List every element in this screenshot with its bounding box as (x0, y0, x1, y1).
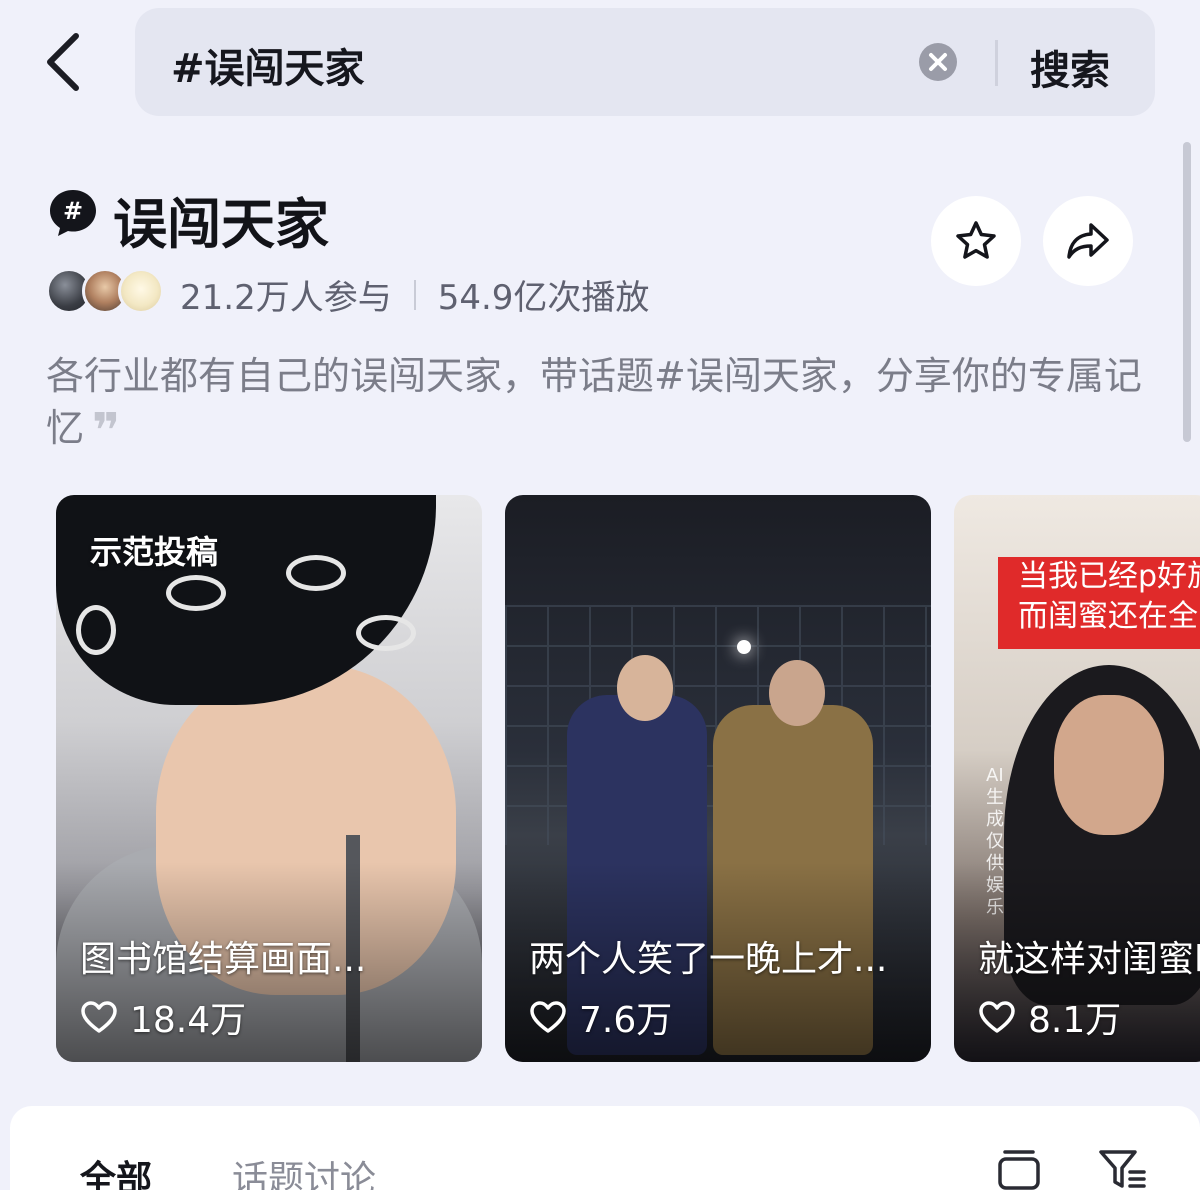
like-count-text: 7.6万 (579, 1000, 673, 1041)
card-title: 两个人笑了一晚上才... (529, 939, 888, 980)
search-divider (995, 40, 998, 86)
participants-count: 21.2万人参与 (180, 278, 392, 318)
search-input[interactable]: #误闯天家 (171, 36, 365, 94)
street-light-shape (737, 640, 751, 654)
card-title: 就这样对闺蜜l (978, 939, 1200, 980)
plays-count: 54.9亿次播放 (437, 278, 650, 318)
tab-discussion[interactable]: 话题讨论 (232, 1150, 376, 1190)
search-button[interactable]: 搜索 (1030, 38, 1110, 96)
sign-line: 而闺蜜还在全 (1018, 599, 1198, 634)
share-button[interactable] (1043, 196, 1133, 286)
demo-badge: 示范投稿 (90, 533, 219, 571)
face-shape (1054, 695, 1164, 835)
topic-description: 各行业都有自己的误闯天家，带话题#误闯天家，分享你的专属记忆 ❞ (46, 350, 1156, 457)
head-shape (617, 655, 673, 721)
clear-icon[interactable] (918, 42, 958, 82)
paisley-shape (76, 605, 116, 655)
topic-title: 误闯天家 (113, 193, 329, 256)
participant-avatars (46, 268, 171, 316)
avatar (118, 268, 164, 314)
svg-text:#: # (63, 197, 83, 225)
video-card[interactable]: 当我已经p好旅 而闺蜜还在全 AI生成 仅供娱乐 就这样对闺蜜l 8.1万 (954, 495, 1200, 1062)
filter-icon[interactable] (1098, 1148, 1148, 1190)
hashtag-bubble-icon: # (48, 188, 98, 238)
heart-icon (81, 1001, 117, 1033)
like-count[interactable]: 8.1万 (978, 991, 1121, 1043)
favorite-button[interactable] (931, 196, 1021, 286)
heart-icon (979, 1001, 1015, 1033)
card-title: 图书馆结算画面... (80, 939, 367, 980)
like-count-text: 18.4万 (130, 1000, 247, 1041)
stats-divider (413, 279, 416, 310)
back-arrow-icon (47, 33, 79, 91)
video-card[interactable]: 示范投稿 图书馆结算画面... 18.4万 (56, 495, 482, 1062)
quote-mark-icon: ❞ (92, 403, 121, 459)
head-shape (769, 660, 825, 726)
like-count-text: 8.1万 (1028, 1000, 1122, 1041)
description-text: 各行业都有自己的误闯天家，带话题#误闯天家，分享你的专属记忆 (46, 354, 1142, 450)
topic-stats: 21.2万人参与 54.9亿次播放 (180, 270, 649, 319)
star-icon (956, 221, 996, 259)
search-bar[interactable]: #误闯天家 搜索 (135, 8, 1155, 116)
tab-all[interactable]: 全部 (80, 1150, 152, 1190)
sign-line: 当我已经p好旅 (1018, 559, 1200, 594)
paisley-shape (286, 555, 346, 591)
red-sign: 当我已经p好旅 而闺蜜还在全 (998, 557, 1200, 649)
back-button[interactable] (40, 30, 90, 94)
like-count[interactable]: 7.6万 (529, 991, 672, 1043)
scrollbar[interactable] (1183, 142, 1191, 442)
share-arrow-icon (1067, 223, 1109, 259)
paisley-shape (356, 615, 416, 651)
video-card[interactable]: 两个人笑了一晚上才... 7.6万 (505, 495, 931, 1062)
layout-icon[interactable] (997, 1148, 1041, 1190)
paisley-shape (166, 575, 226, 611)
like-count[interactable]: 18.4万 (80, 991, 246, 1043)
heart-icon (530, 1001, 566, 1033)
